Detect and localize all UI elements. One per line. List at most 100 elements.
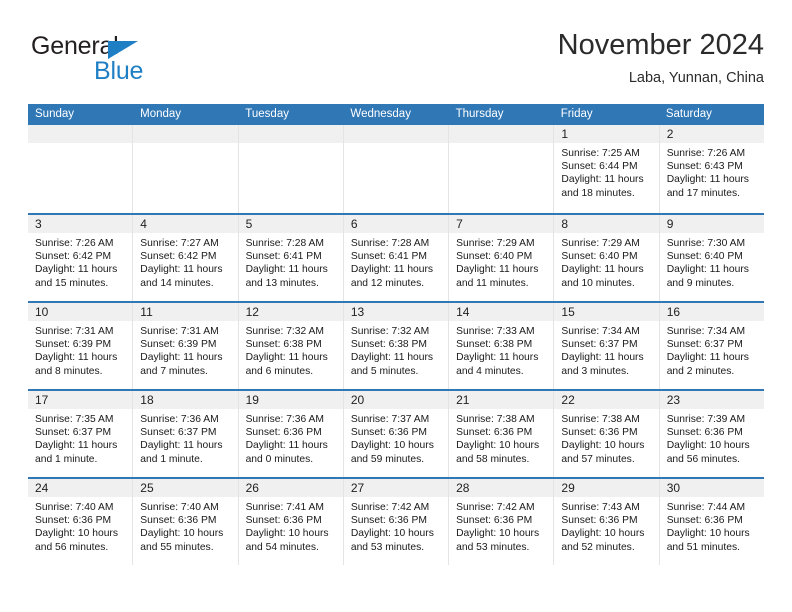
calendar-day-cell[interactable]: 1 Sunrise: 7:25 AM Sunset: 6:44 PM Daylight… <box>553 125 659 213</box>
calendar-week-row: 3 Sunrise: 7:26 AM Sunset: 6:42 PM Daylight… <box>28 213 764 301</box>
sunset-text: Sunset: 6:42 PM <box>35 251 112 263</box>
date-number: 15 <box>561 305 575 319</box>
calendar-day-cell[interactable]: 19 Sunrise: 7:36 AM Sunset: 6:36 PM Dayligh… <box>237 391 343 477</box>
calendar-day-cell[interactable]: 30 Sunrise: 7:44 AM Sunset: 6:36 PM Dayligh… <box>658 479 764 565</box>
calendar-day-cell[interactable]: 22 Sunrise: 7:38 AM Sunset: 6:36 PM Dayligh… <box>553 391 659 477</box>
date-number: 21 <box>456 393 470 407</box>
sunrise-text: Sunrise: 7:25 AM <box>561 148 640 159</box>
date-number-band <box>449 125 554 143</box>
sun-info: Sunrise: 7:26 AM Sunset: 6:42 PM Daylight:… <box>28 233 132 290</box>
calendar-day-cell[interactable]: 15 Sunrise: 7:34 AM Sunset: 6:37 PM Dayligh… <box>553 303 659 389</box>
date-number: 2 <box>666 127 674 141</box>
date-number-band: 26 <box>238 479 343 497</box>
calendar-day-cell[interactable]: 6 Sunrise: 7:28 AM Sunset: 6:41 PM Daylight… <box>342 215 449 301</box>
sunrise-text: Sunrise: 7:32 AM <box>245 326 324 337</box>
date-number-band: 23 <box>659 391 764 409</box>
date-number-band: 30 <box>659 479 764 497</box>
daylight-text-line2: and 1 minute. <box>140 453 203 465</box>
date-number-band: 24 <box>28 479 133 497</box>
calendar-day-cell-empty <box>237 125 343 213</box>
page-title: November 2024 <box>557 29 764 61</box>
daylight-text-line2: and 9 minutes. <box>666 277 735 289</box>
sunset-text: Sunset: 6:36 PM <box>245 515 322 527</box>
calendar-day-cell[interactable]: 27 Sunrise: 7:42 AM Sunset: 6:36 PM Dayligh… <box>342 479 449 565</box>
sunset-text: Sunset: 6:44 PM <box>561 161 638 173</box>
sunset-text: Sunset: 6:36 PM <box>561 515 638 527</box>
date-number-band: 19 <box>238 391 343 409</box>
date-number: 14 <box>456 305 470 319</box>
calendar-day-cell[interactable]: 20 Sunrise: 7:37 AM Sunset: 6:36 PM Dayligh… <box>342 391 449 477</box>
sunrise-text: Sunrise: 7:26 AM <box>35 238 114 249</box>
date-number: 26 <box>245 481 259 495</box>
calendar-day-cell[interactable]: 16 Sunrise: 7:34 AM Sunset: 6:37 PM Dayligh… <box>658 303 764 389</box>
sunrise-text: Sunrise: 7:32 AM <box>350 326 430 337</box>
calendar-day-cell[interactable]: 29 Sunrise: 7:43 AM Sunset: 6:36 PM Dayligh… <box>553 479 659 565</box>
date-number-band: 22 <box>554 391 659 409</box>
daylight-text-line1: Daylight: 10 hours <box>140 528 224 540</box>
calendar-day-cell[interactable]: 2 Sunrise: 7:26 AM Sunset: 6:43 PM Daylight… <box>658 125 764 213</box>
daylight-text-line2: and 17 minutes. <box>666 187 740 199</box>
calendar-day-cell[interactable]: 28 Sunrise: 7:42 AM Sunset: 6:36 PM Dayligh… <box>448 479 554 565</box>
calendar-day-cell-empty <box>132 125 238 213</box>
sunrise-text: Sunrise: 7:28 AM <box>350 238 430 249</box>
daylight-text-line1: Daylight: 11 hours <box>666 264 749 276</box>
calendar-day-cell[interactable]: 13 Sunrise: 7:32 AM Sunset: 6:38 PM Dayligh… <box>342 303 449 389</box>
calendar-day-cell[interactable]: 14 Sunrise: 7:33 AM Sunset: 6:38 PM Dayligh… <box>448 303 554 389</box>
date-number: 23 <box>666 393 681 407</box>
daylight-text-line2: and 58 minutes. <box>456 453 530 465</box>
sun-info: Sunrise: 7:36 AM Sunset: 6:37 PM Daylight:… <box>133 409 237 466</box>
calendar-day-cell[interactable]: 7 Sunrise: 7:29 AM Sunset: 6:40 PM Daylight… <box>448 215 554 301</box>
date-number-band: 29 <box>554 479 659 497</box>
calendar-day-cell[interactable]: 8 Sunrise: 7:29 AM Sunset: 6:40 PM Daylight… <box>553 215 659 301</box>
sun-info: Sunrise: 7:28 AM Sunset: 6:41 PM Daylight:… <box>344 233 448 290</box>
sunset-text: Sunset: 6:36 PM <box>245 427 322 439</box>
date-number: 25 <box>140 481 154 495</box>
daylight-text-line2: and 52 minutes. <box>561 541 635 553</box>
sun-info: Sunrise: 7:41 AM Sunset: 6:36 PM Daylight:… <box>239 497 343 554</box>
daylight-text-line2: and 53 minutes. <box>350 541 425 553</box>
daylight-text-line2: and 1 minute. <box>35 453 98 465</box>
sunrise-text: Sunrise: 7:36 AM <box>140 414 219 425</box>
calendar-day-cell[interactable]: 5 Sunrise: 7:28 AM Sunset: 6:41 PM Daylight… <box>237 215 343 301</box>
calendar-day-cell[interactable]: 9 Sunrise: 7:30 AM Sunset: 6:40 PM Daylight… <box>658 215 764 301</box>
sunrise-text: Sunrise: 7:44 AM <box>666 502 746 513</box>
calendar-day-cell[interactable]: 3 Sunrise: 7:26 AM Sunset: 6:42 PM Daylight… <box>28 215 133 301</box>
calendar-day-cell[interactable]: 12 Sunrise: 7:32 AM Sunset: 6:38 PM Dayligh… <box>237 303 343 389</box>
calendar-day-cell[interactable]: 26 Sunrise: 7:41 AM Sunset: 6:36 PM Dayligh… <box>237 479 343 565</box>
date-number: 11 <box>140 305 153 319</box>
calendar-day-cell[interactable]: 11 Sunrise: 7:31 AM Sunset: 6:39 PM Dayligh… <box>132 303 238 389</box>
sunrise-text: Sunrise: 7:40 AM <box>35 502 114 513</box>
sunset-text: Sunset: 6:36 PM <box>140 515 217 527</box>
calendar-day-cell[interactable]: 4 Sunrise: 7:27 AM Sunset: 6:42 PM Daylight… <box>132 215 238 301</box>
daylight-text-line2: and 15 minutes. <box>35 277 109 289</box>
sunset-text: Sunset: 6:39 PM <box>35 339 112 351</box>
calendar-day-cell[interactable]: 21 Sunrise: 7:38 AM Sunset: 6:36 PM Dayligh… <box>448 391 554 477</box>
calendar-day-cell[interactable]: 18 Sunrise: 7:36 AM Sunset: 6:37 PM Dayligh… <box>132 391 238 477</box>
sunset-text: Sunset: 6:38 PM <box>456 339 533 351</box>
calendar-day-cell[interactable]: 24 Sunrise: 7:40 AM Sunset: 6:36 PM Dayligh… <box>28 479 133 565</box>
sun-info: Sunrise: 7:25 AM Sunset: 6:44 PM Daylight:… <box>554 143 658 200</box>
calendar-week-row: 1 Sunrise: 7:25 AM Sunset: 6:44 PM Daylight… <box>28 125 764 213</box>
date-number: 6 <box>350 217 358 231</box>
date-number-band: 13 <box>343 303 449 321</box>
date-number-band: 12 <box>238 303 343 321</box>
date-number-band <box>28 125 133 143</box>
calendar-day-cell[interactable]: 17 Sunrise: 7:35 AM Sunset: 6:37 PM Dayligh… <box>28 391 133 477</box>
calendar-day-cell[interactable]: 23 Sunrise: 7:39 AM Sunset: 6:36 PM Dayligh… <box>658 391 764 477</box>
date-number: 4 <box>140 217 147 231</box>
date-number: 28 <box>456 481 470 495</box>
daylight-text-line1: Daylight: 11 hours <box>666 352 749 364</box>
date-number-band: 21 <box>449 391 554 409</box>
date-number-band: 14 <box>449 303 554 321</box>
calendar-day-cell[interactable]: 25 Sunrise: 7:40 AM Sunset: 6:36 PM Dayligh… <box>132 479 238 565</box>
daylight-text-line2: and 13 minutes. <box>245 277 319 289</box>
sun-info: Sunrise: 7:26 AM Sunset: 6:43 PM Daylight:… <box>660 143 764 200</box>
sun-info: Sunrise: 7:42 AM Sunset: 6:36 PM Daylight:… <box>344 497 448 554</box>
sunrise-text: Sunrise: 7:30 AM <box>666 238 746 249</box>
calendar-day-cell[interactable]: 10 Sunrise: 7:31 AM Sunset: 6:39 PM Dayligh… <box>28 303 133 389</box>
date-number-band: 2 <box>659 125 764 143</box>
sun-info: Sunrise: 7:39 AM Sunset: 6:36 PM Daylight:… <box>660 409 764 466</box>
daylight-text-line2: and 4 minutes. <box>456 365 524 377</box>
daylight-text-line2: and 53 minutes. <box>456 541 530 553</box>
sunrise-text: Sunrise: 7:29 AM <box>456 238 535 249</box>
